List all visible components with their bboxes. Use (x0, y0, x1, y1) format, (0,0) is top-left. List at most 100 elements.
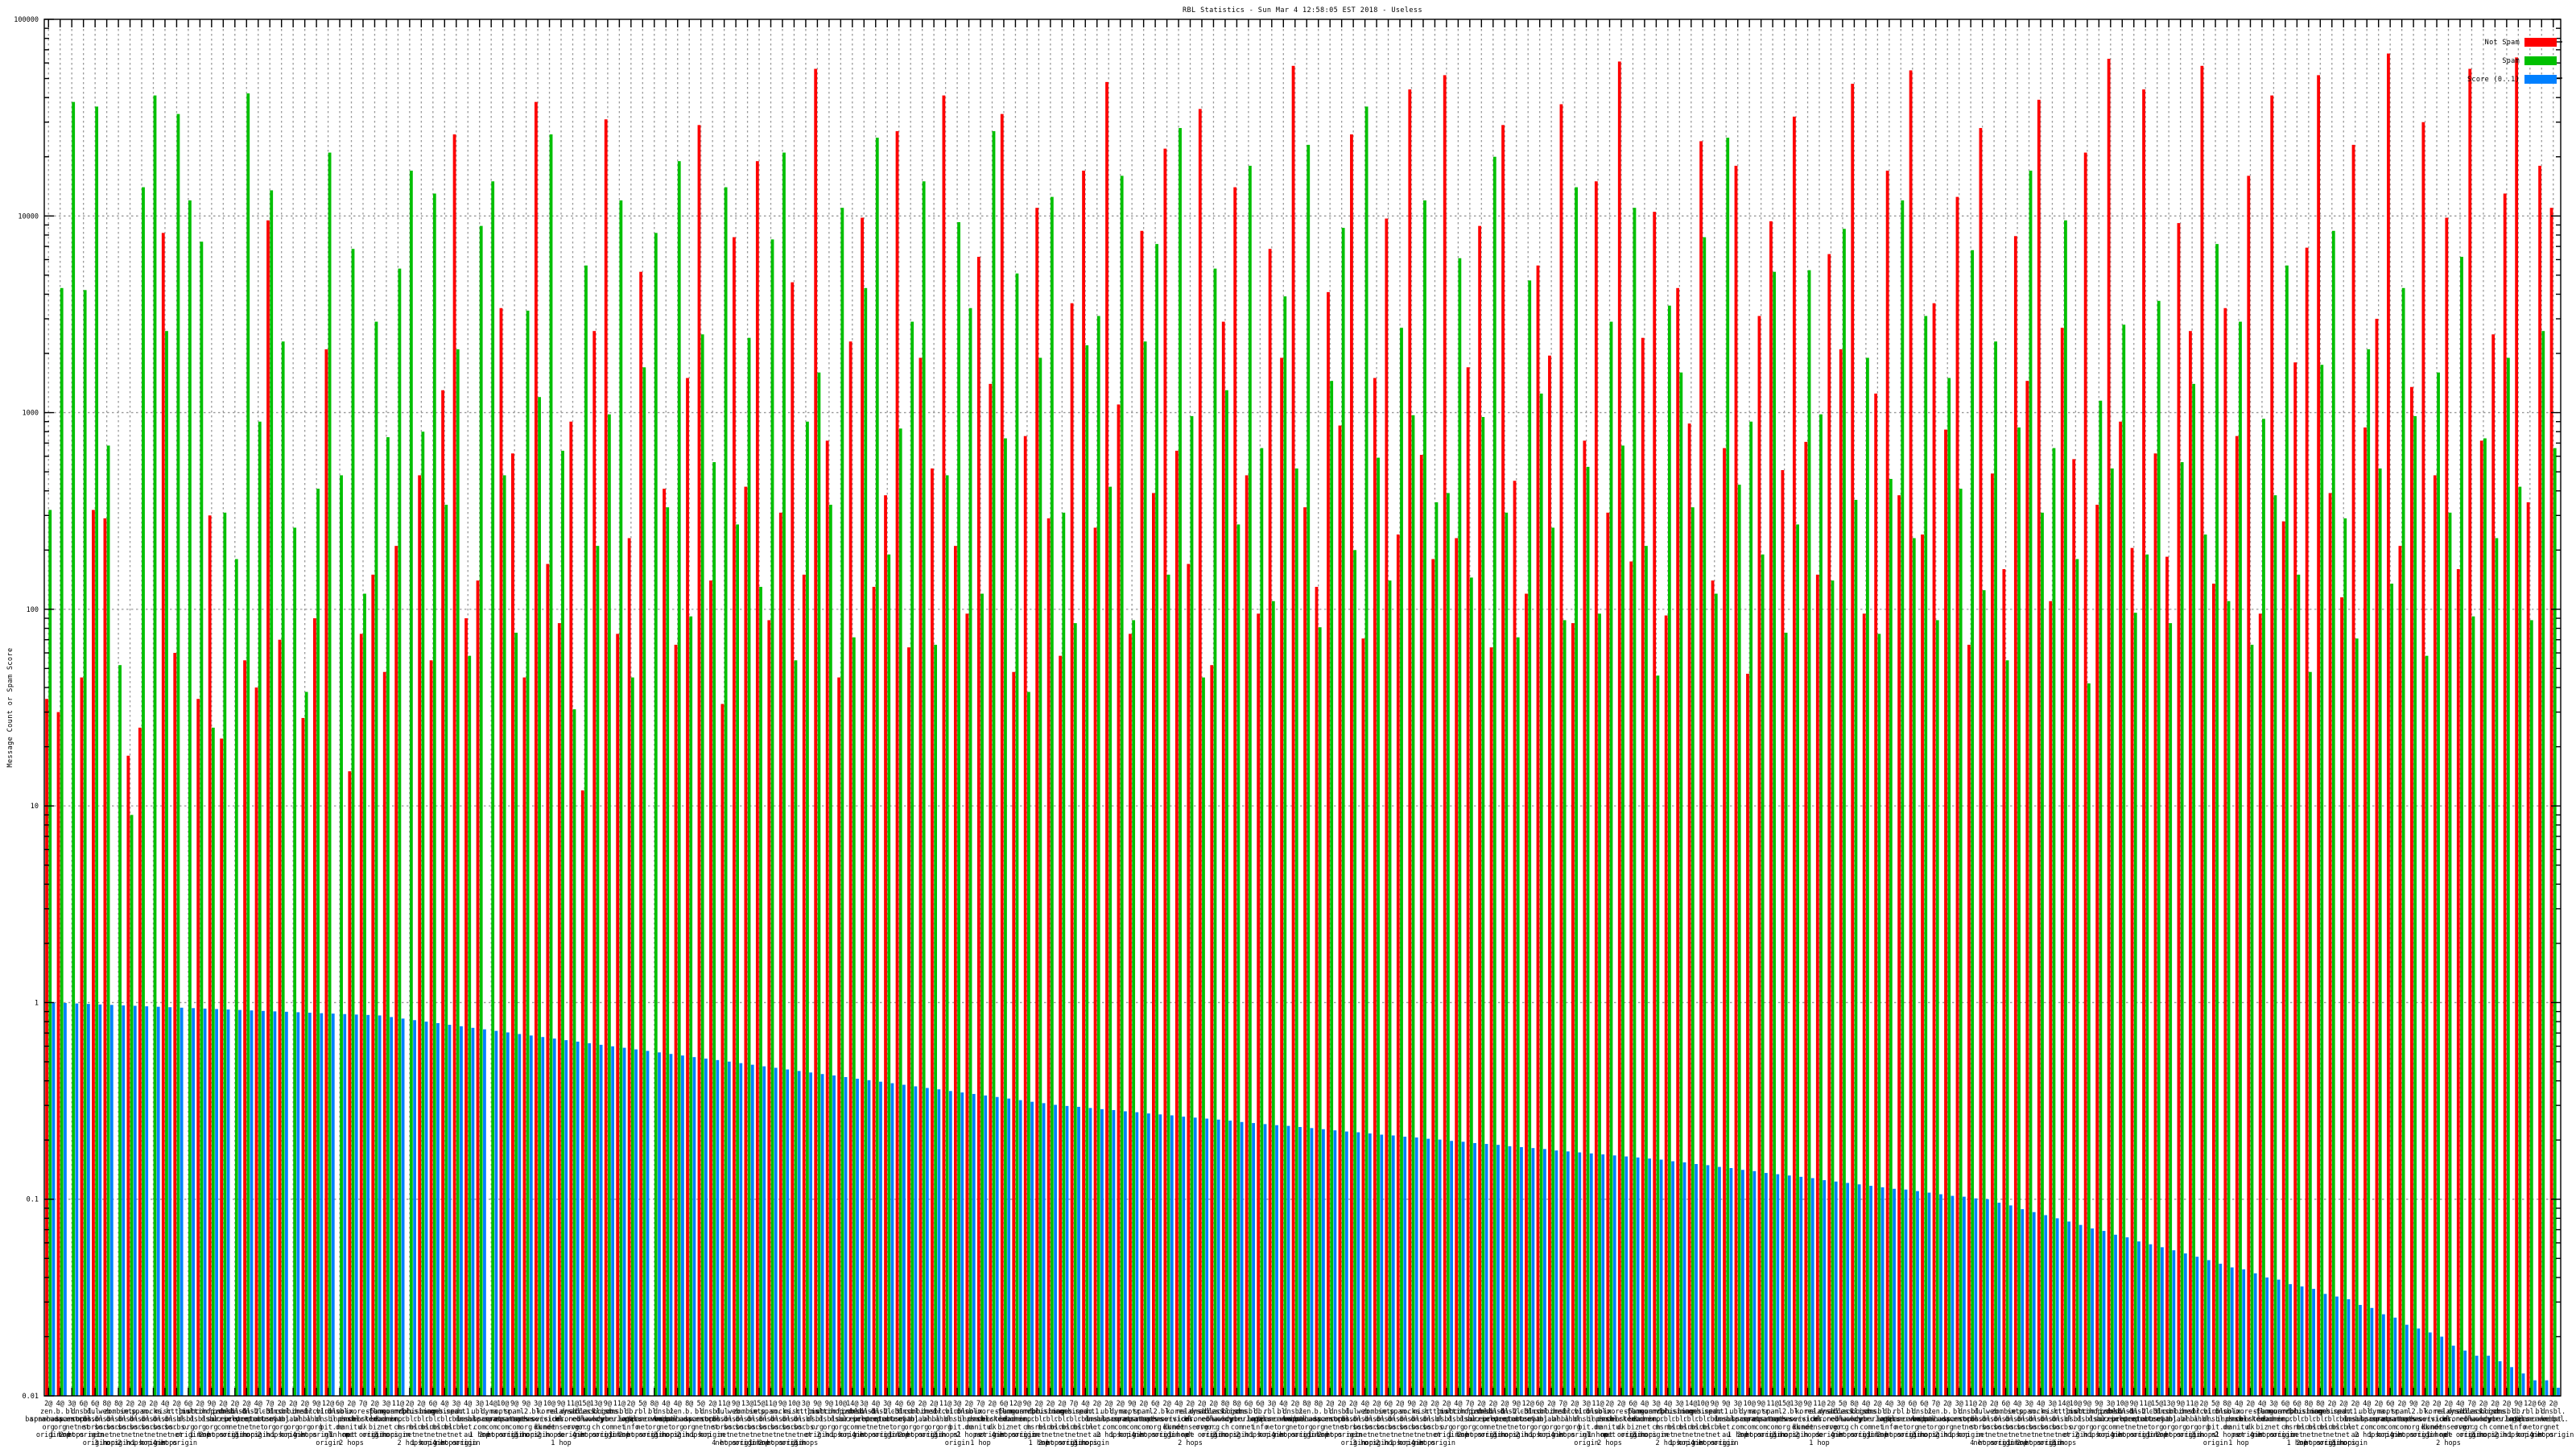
bar-score (2475, 1356, 2479, 1396)
bar-score (1729, 1168, 1733, 1396)
bar-score (436, 1022, 440, 1396)
bar-not-spam (592, 331, 597, 1397)
bar-not-spam (1804, 441, 1808, 1397)
bar-not-spam (1851, 84, 1855, 1397)
bar-score (727, 1061, 731, 1396)
bar-spam (630, 677, 634, 1396)
bar-score (518, 1034, 522, 1396)
bar-spam (2553, 448, 2557, 1396)
bar-spam (1807, 270, 1811, 1396)
bar-not-spam (2479, 440, 2483, 1397)
bar-not-spam (2503, 193, 2507, 1397)
bar-spam (2471, 616, 2475, 1396)
bar-score (354, 1014, 358, 1396)
bar-spam (514, 632, 518, 1396)
bar-spam (2110, 468, 2114, 1397)
bar-score (1438, 1139, 1442, 1396)
bar-not-spam (2491, 334, 2496, 1396)
bar-score (1962, 1196, 1966, 1396)
bar-not-spam (1991, 473, 1994, 1396)
bar-score (1170, 1115, 1174, 1396)
y-axis-label: Message Count or Spam Score (6, 647, 14, 768)
bar-score (832, 1075, 836, 1396)
bar-spam (106, 445, 110, 1396)
y-tick-label: 10 (31, 803, 39, 811)
bar-not-spam (1944, 429, 1947, 1396)
bar-not-spam (1268, 249, 1272, 1397)
bar-spam (188, 200, 192, 1397)
bar-score (1752, 1170, 1757, 1396)
bar-score (1648, 1158, 1652, 1396)
bar-spam (2227, 601, 2231, 1396)
bar-not-spam (895, 130, 899, 1396)
bar-score (1764, 1173, 1768, 1396)
bar-not-spam (1419, 455, 1423, 1396)
bar-not-spam (1723, 448, 1726, 1396)
bar-spam (1994, 341, 1997, 1397)
bar-spam (596, 546, 600, 1396)
bar-not-spam (2165, 556, 2169, 1396)
bar-not-spam (2340, 597, 2343, 1396)
bar-spam (1050, 196, 1054, 1397)
bar-spam (2064, 220, 2067, 1397)
bar-spam (1935, 620, 1939, 1396)
bar-spam (468, 655, 472, 1396)
bar-spam (1889, 478, 1893, 1397)
bar-spam (2541, 331, 2545, 1397)
bar-not-spam (2293, 362, 2297, 1397)
bar-not-spam (2526, 502, 2530, 1397)
bar-score (320, 1013, 324, 1396)
bar-spam (1866, 357, 1869, 1397)
bar-score (1542, 1149, 1546, 1396)
bar-not-spam (1641, 337, 1645, 1397)
bar-spam (1633, 208, 1637, 1396)
bar-score (809, 1072, 813, 1396)
bar-not-spam (942, 95, 946, 1397)
bar-score (972, 1093, 976, 1396)
bar-spam (1912, 538, 1916, 1396)
bar-not-spam (1594, 181, 1598, 1396)
bar-not-spam (56, 712, 60, 1396)
bar-spam (1447, 493, 1450, 1396)
bar-not-spam (418, 475, 422, 1397)
bar-spam (246, 93, 250, 1396)
bar-score (2277, 1279, 2281, 1396)
bar-not-spam (476, 580, 480, 1396)
bar-score (203, 1008, 207, 1396)
bar-score (2253, 1273, 2257, 1396)
bar-spam (1062, 512, 1066, 1396)
bar-score (2219, 1263, 2223, 1396)
bar-not-spam (616, 634, 620, 1396)
bar-not-spam (2072, 459, 2076, 1396)
bar-score (1776, 1174, 1780, 1396)
bar-spam (1353, 550, 1357, 1396)
bar-score (1205, 1118, 1209, 1396)
bar-spam (2529, 620, 2533, 1396)
bar-score (1077, 1106, 1080, 1396)
bar-not-spam (919, 357, 923, 1397)
bar-spam (2308, 671, 2312, 1396)
bar-spam (2437, 372, 2440, 1397)
bar-spam (1318, 627, 1322, 1396)
bar-score (1612, 1155, 1616, 1396)
bar-score (2125, 1237, 2129, 1396)
bar-spam (654, 233, 658, 1397)
legend-row-not-spam: Not Spam (2467, 33, 2557, 52)
bar-score (762, 1066, 766, 1396)
bar-spam (2203, 534, 2207, 1396)
bar-not-spam (861, 217, 864, 1397)
bar-score (122, 1005, 126, 1396)
bar-not-spam (534, 101, 538, 1396)
bar-score (1578, 1152, 1582, 1396)
bar-score (844, 1076, 848, 1396)
bar-spam (363, 593, 366, 1396)
bar-score (1368, 1133, 1372, 1396)
bar-not-spam (2433, 475, 2437, 1397)
bar-score (2533, 1380, 2537, 1396)
bar-spam (1901, 200, 1905, 1397)
bar-not-spam (1885, 170, 1889, 1397)
bar-spam (1271, 601, 1275, 1396)
chart-title: RBL Statistics - Sun Mar 4 12:58:05 EST … (1183, 6, 1422, 14)
bar-score (611, 1046, 614, 1396)
bar-spam (1283, 296, 1287, 1397)
